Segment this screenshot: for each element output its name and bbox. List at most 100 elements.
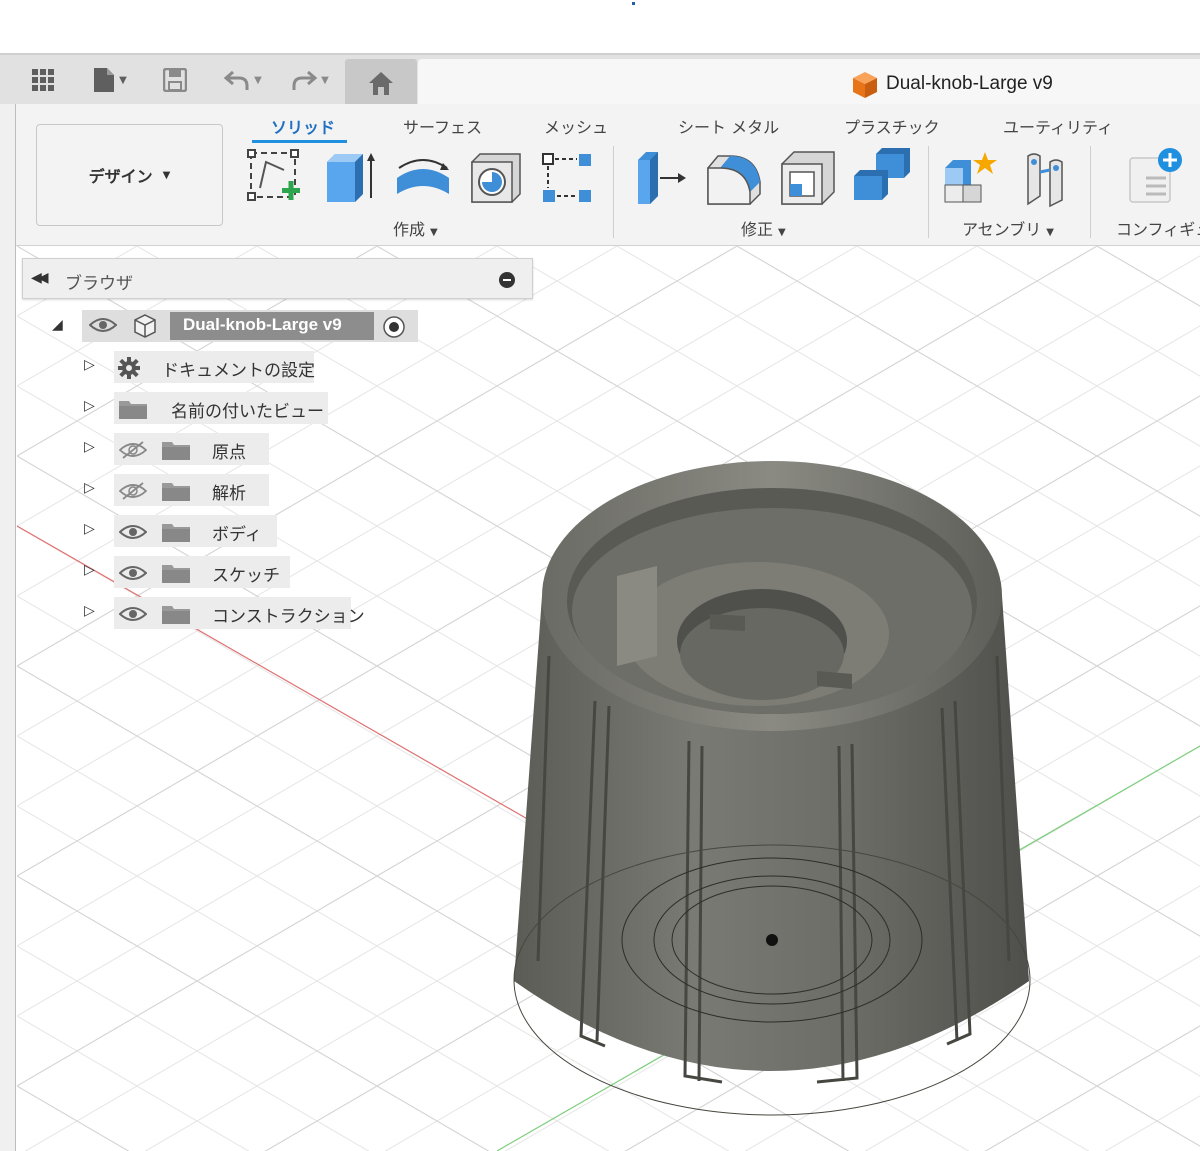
key-slot	[817, 671, 852, 689]
extrude-icon[interactable]	[319, 148, 379, 208]
tree-item-label: 名前の付いたビュー	[171, 402, 324, 422]
collapse-icon[interactable]: ◀◀	[31, 270, 48, 286]
undo-icon	[224, 70, 249, 90]
fillet-icon[interactable]	[704, 148, 764, 208]
eye-icon[interactable]	[89, 316, 117, 334]
folder-icon	[119, 401, 147, 419]
tab-surface[interactable]: サーフェス	[403, 114, 482, 138]
eye-icon[interactable]	[119, 605, 147, 623]
file-menu-button[interactable]: ▼	[86, 65, 134, 95]
folder-icon	[162, 442, 190, 460]
group-divider	[1090, 146, 1091, 238]
tree-item-bodies[interactable]: ▷ ボディ	[84, 515, 284, 547]
cursor-dot	[632, 2, 635, 5]
joint-icon[interactable]	[1016, 148, 1076, 208]
workspace-label: デザイン	[88, 167, 153, 186]
home-icon	[369, 71, 393, 95]
configure-icon[interactable]	[1126, 148, 1186, 208]
folder-icon	[162, 565, 190, 583]
sketch-center-point	[766, 934, 778, 946]
assemble-group-label: アセンブリ	[962, 220, 1042, 239]
tab-sheet-metal[interactable]: シート メタル	[678, 114, 779, 138]
shell-icon[interactable]	[778, 148, 838, 208]
combine-icon[interactable]	[852, 148, 912, 208]
tab-solid[interactable]: ソリッド	[271, 114, 335, 138]
browser-title: ブラウザ	[65, 274, 133, 294]
grid-icon[interactable]	[30, 65, 56, 95]
create-group-dropdown[interactable]: 作成 ▼	[393, 216, 438, 240]
eye-hidden-icon[interactable]	[119, 441, 147, 459]
tree-item-named-views[interactable]: ▷ 名前の付いたビュー	[84, 392, 334, 424]
expand-triangle-icon[interactable]: ▷	[84, 398, 95, 414]
chevron-down-icon: ▼	[119, 74, 127, 86]
knob-model[interactable]	[513, 461, 1031, 1116]
expand-triangle-icon[interactable]: ▷	[84, 603, 95, 619]
tab-utility[interactable]: ユーティリティ	[1003, 114, 1113, 138]
file-icon	[94, 68, 115, 92]
tree-item-label: 解析	[212, 484, 246, 504]
minimize-icon[interactable]	[499, 272, 515, 288]
document-title: Dual-knob-Large v9	[886, 73, 1053, 94]
assemble-group-dropdown[interactable]: アセンブリ ▼	[962, 216, 1054, 240]
collapse-triangle-icon[interactable]: ◢	[52, 317, 63, 333]
root-component-label[interactable]: Dual-knob-Large v9	[183, 315, 342, 335]
tree-item-label: ボディ	[212, 525, 262, 545]
save-icon[interactable]	[162, 65, 188, 95]
tree-item-label: スケッチ	[212, 566, 280, 586]
eye-icon[interactable]	[119, 523, 147, 541]
component-cube-icon	[134, 314, 156, 338]
configure-group-label[interactable]: コンフィギュレ	[1116, 216, 1200, 240]
chevron-down-icon: ▼	[778, 227, 786, 238]
document-cube-icon	[853, 72, 877, 98]
tab-mesh[interactable]: メッシュ	[544, 114, 608, 138]
new-component-icon[interactable]	[941, 148, 1001, 208]
hole-icon[interactable]	[466, 148, 526, 208]
tree-item-analysis[interactable]: ▷ 解析	[84, 474, 274, 506]
tree-item-label: コンストラクション	[212, 607, 365, 627]
modify-group-dropdown[interactable]: 修正 ▼	[741, 216, 786, 240]
folder-icon	[162, 524, 190, 542]
redo-button[interactable]: ▼	[285, 65, 335, 95]
home-tab[interactable]	[345, 59, 417, 106]
key-tab	[617, 566, 657, 666]
group-divider	[613, 146, 614, 238]
chevron-down-icon: ▼	[321, 74, 329, 86]
expand-triangle-icon[interactable]: ▷	[84, 480, 95, 496]
pattern-icon[interactable]	[539, 148, 599, 208]
workspace-dropdown[interactable]: デザイン ▼	[36, 124, 223, 226]
folder-icon	[162, 483, 190, 501]
undo-button[interactable]: ▼	[218, 65, 268, 95]
tree-item-sketches[interactable]: ▷ スケッチ	[84, 556, 299, 588]
left-edge	[0, 104, 16, 1151]
key-slot	[710, 614, 745, 631]
chevron-down-icon: ▼	[1046, 227, 1054, 238]
quick-access-toolbar: ▼ ▼ ▼ Dual-knob-Large v9	[0, 53, 1200, 106]
chevron-down-icon: ▼	[430, 227, 438, 238]
modify-group-label: 修正	[741, 220, 774, 239]
create-group-label: 作成	[393, 220, 426, 239]
tree-item-construction[interactable]: ▷ コンストラクション	[84, 597, 365, 629]
expand-triangle-icon[interactable]: ▷	[84, 439, 95, 455]
gear-icon	[118, 357, 140, 379]
activate-radio-icon[interactable]	[382, 315, 406, 339]
revolve-icon[interactable]	[393, 148, 453, 208]
tree-item-label: ドキュメントの設定	[162, 361, 315, 381]
press-pull-icon[interactable]	[632, 148, 692, 208]
ribbon: デザイン ▼ ソリッド サーフェス メッシュ シート メタル プラスチック ユー…	[16, 104, 1200, 246]
redo-icon	[292, 70, 318, 90]
tree-item-origin[interactable]: ▷ 原点	[84, 433, 274, 465]
expand-triangle-icon[interactable]: ▷	[84, 357, 95, 373]
tab-plastic[interactable]: プラスチック	[844, 114, 940, 138]
tree-item-document-settings[interactable]: ▷ ドキュメントの設定	[84, 351, 324, 383]
expand-triangle-icon[interactable]: ▷	[84, 562, 95, 578]
expand-triangle-icon[interactable]: ▷	[84, 521, 95, 537]
create-sketch-icon[interactable]	[246, 148, 306, 208]
document-tab[interactable]	[418, 59, 1200, 106]
group-divider	[928, 146, 929, 238]
eye-hidden-icon[interactable]	[119, 482, 147, 500]
title-area	[0, 0, 1200, 53]
folder-icon	[162, 606, 190, 624]
tree-item-label: 原点	[212, 443, 246, 463]
browser-panel-header: ◀◀ ブラウザ	[22, 258, 533, 299]
eye-icon[interactable]	[119, 564, 147, 582]
